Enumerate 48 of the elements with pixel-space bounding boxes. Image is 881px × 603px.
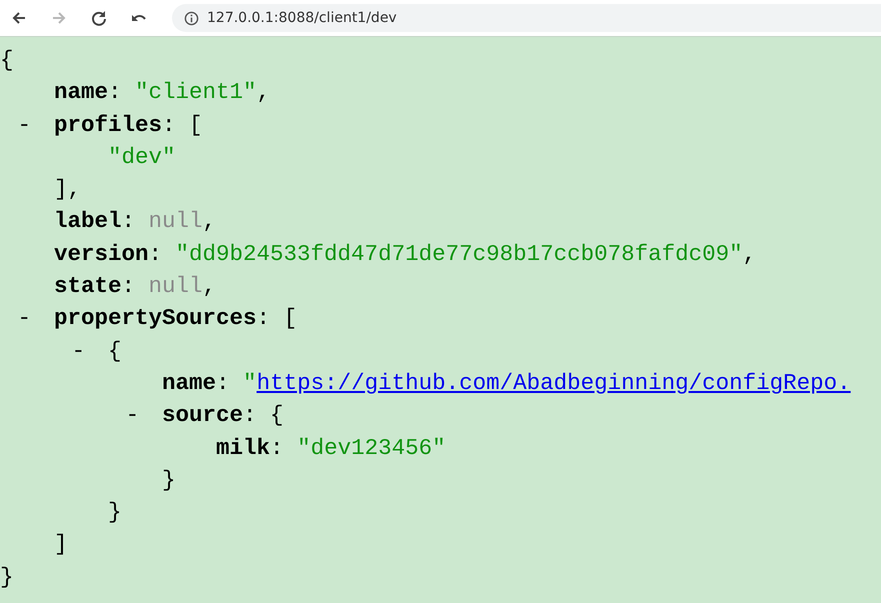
json-colon: : (243, 401, 257, 430)
json-bracket: [ (284, 304, 298, 334)
json-link[interactable]: https://github.com/Abadbeginning/configRepo. (256, 366, 851, 400)
json-colon: : (270, 434, 284, 463)
json-key: label (54, 205, 122, 238)
url-text: 127.0.0.1:8088/client1/dev (207, 10, 397, 26)
json-key: milk (216, 432, 270, 464)
info-icon[interactable] (184, 10, 199, 26)
quote-mark: " (243, 368, 257, 398)
json-bracket: } (162, 466, 176, 495)
collapse-toggle[interactable]: - (72, 334, 86, 367)
json-colon: : (216, 368, 230, 398)
json-colon: : (122, 207, 136, 236)
json-colon: : (148, 240, 162, 269)
json-comma: , (256, 78, 270, 108)
json-string: "dev" (108, 142, 176, 172)
json-comma: , (742, 240, 756, 269)
json-string: "dd9b24533fdd47d71de77c98b17ccb078fafdc09" (176, 240, 743, 269)
json-key: name (162, 366, 216, 400)
json-bracket: } (108, 498, 122, 528)
collapse-toggle[interactable]: - (18, 108, 32, 141)
json-colon: : (108, 78, 122, 108)
json-comma: , (202, 272, 216, 302)
json-string: "dev123456" (297, 434, 446, 463)
json-key: state (54, 270, 122, 302)
json-bracket: { (108, 336, 122, 366)
json-key: propertySources (54, 302, 257, 335)
json-key: profiles (54, 108, 162, 141)
json-bracket: { (270, 401, 284, 430)
json-key: version (54, 238, 149, 270)
json-key: name (54, 76, 108, 109)
reload-icon (90, 9, 108, 27)
collapse-toggle[interactable]: - (18, 302, 32, 335)
json-colon: : (122, 272, 136, 302)
json-bracket: [ (189, 110, 203, 140)
json-colon: : (256, 304, 270, 334)
address-bar[interactable]: 127.0.0.1:8088/client1/dev (172, 4, 881, 32)
collapse-toggle[interactable]: - (126, 399, 140, 432)
json-bracket: ], (54, 175, 82, 204)
json-comma: , (202, 207, 216, 236)
json-null: null (148, 272, 203, 302)
json-colon: : (162, 110, 176, 140)
json-bracket: { (0, 46, 14, 75)
json-string: "client1" (135, 78, 257, 108)
json-key: source (162, 399, 244, 432)
json-bracket: } (0, 562, 14, 592)
json-bracket: ] (54, 530, 68, 560)
json-null: null (148, 207, 203, 236)
